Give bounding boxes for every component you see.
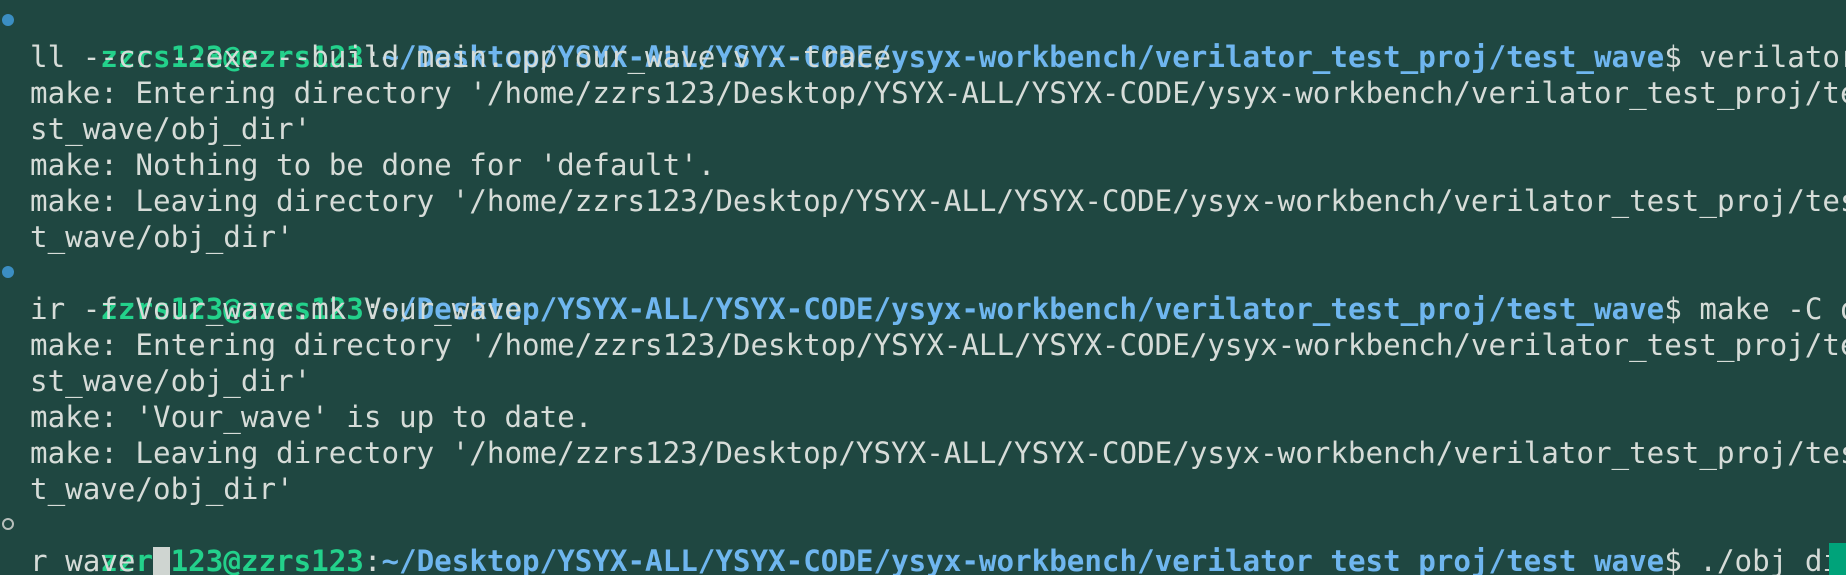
command-continuation: ll --cc --exe --build main.cpp our_wave.…: [30, 40, 892, 74]
command-input-line[interactable]: r_wave: [0, 543, 1846, 575]
output-line: make: Entering directory '/home/zzrs123/…: [30, 76, 1846, 110]
scrollbar-indicator[interactable]: [1829, 543, 1846, 575]
command-continuation: ir -f Vour_wave.mk Vour_wave: [30, 292, 523, 326]
command-continuation: r_wave: [30, 544, 154, 575]
output-line: t_wave/obj_dir': [30, 472, 294, 506]
text-cursor: [153, 547, 171, 575]
output-line: make: Leaving directory '/home/zzrs123/D…: [30, 436, 1846, 470]
output-line: make: 'Vour_wave' is up to date.: [30, 400, 593, 434]
prompt-line: zzrs123@zzrs123:~/Desktop/YSYX-ALL/YSYX-…: [0, 507, 1846, 575]
prompt-line: zzrs123@zzrs123:~/Desktop/YSYX-ALL/YSYX-…: [0, 3, 1846, 74]
command-success-icon[interactable]: [2, 266, 14, 278]
output-line: st_wave/obj_dir': [30, 364, 312, 398]
output-line: st_wave/obj_dir': [30, 112, 312, 146]
command-success-icon[interactable]: [2, 14, 14, 26]
output-line: make: Nothing to be done for 'default'.: [30, 148, 716, 182]
terminal-window[interactable]: zzrs123@zzrs123:~/Desktop/YSYX-ALL/YSYX-…: [0, 0, 1846, 575]
output-line: make: Entering directory '/home/zzrs123/…: [30, 328, 1846, 362]
output-line: make: Leaving directory '/home/zzrs123/D…: [30, 184, 1846, 218]
output-line: t_wave/obj_dir': [30, 220, 294, 254]
prompt-line: zzrs123@zzrs123:~/Desktop/YSYX-ALL/YSYX-…: [0, 255, 1846, 326]
command-pending-icon[interactable]: [2, 518, 14, 530]
